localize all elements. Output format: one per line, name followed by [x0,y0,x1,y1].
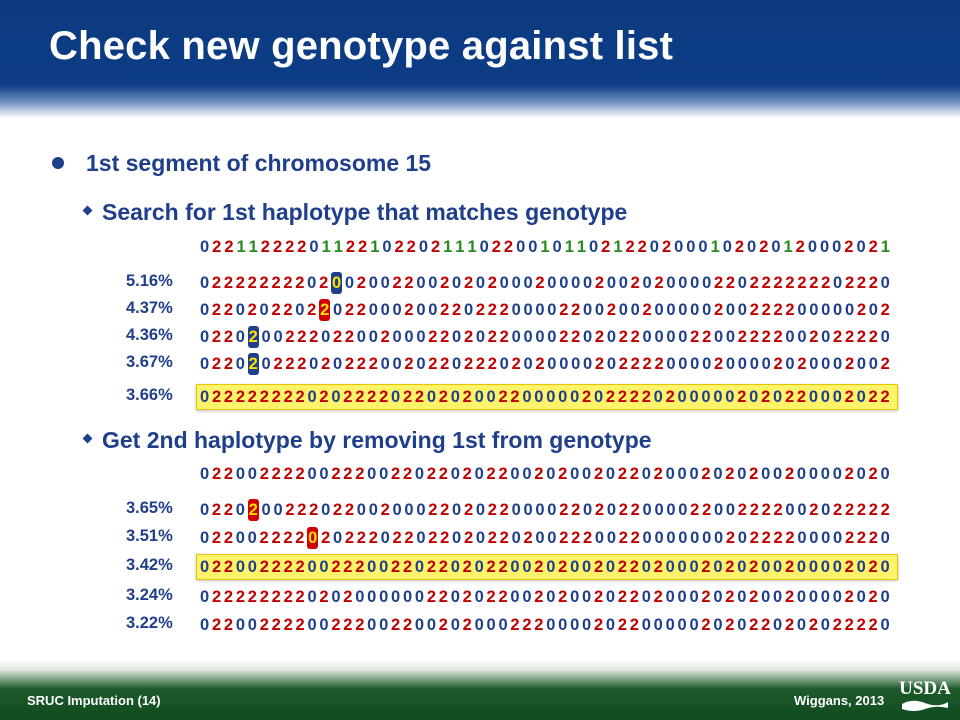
genotype2-row: 0220022220022200220220202200202002022020… [0,463,960,485]
haplotype-sequence: 0222222220202000000220202200202002022020… [200,588,890,606]
haplotype-sequence: 0220202202202200020022022200002200200200… [200,299,890,321]
footer-right-text: Wiggans, 2013 [794,693,885,708]
haplotype-frequency: 3.51% [126,527,173,545]
haplotype-row: 3.65% 0 2 2 0 2 0 0 2 2 2 0 2 2 0 0 2 0 0 0 2 2 0 2 0 2 2 0 0 0 0 2 2 0 2 0… [0,499,960,521]
haplotype-sequence: 0220022220202220220220202202002220022000… [200,527,890,549]
bullet-sub-2-text: Get 2nd haplotype by removing 1st from g… [102,427,652,453]
haplotype-row: 3.42% 0 2 2 0 0 2 2 2 2 0 0 2 2 2 0 0 2 2 0 2 2 0 2 0 2 2 0 0 2 0 2 0 0 2 0… [0,554,960,580]
haplotype-row: 3.51% 0 2 2 0 0 2 2 2 2 0 2 0 2 2 2 0 2 2 0 2 2 0 2 0 2 2 0 2 0 0 2 2 2 0 0… [0,527,960,549]
genotype-row: 0221122220112210220211102200101102122020… [0,236,960,258]
bullet-sub-1: Search for 1st haplotype that matches ge… [82,199,628,226]
haplotype-row: 3.66% 0 2 2 2 2 2 2 2 2 0 2 0 2 2 2 2 0 2 2 0 2 0 2 0 0 2 2 0 0 0 0 0 2 0 2… [0,384,960,410]
haplotype-sequence: 0222222220200200220020202000200002002020… [200,272,890,294]
footer-bar [0,660,960,720]
haplotype-sequence: 0220022220022200220220202200202002022020… [200,558,890,576]
haplotype-row: 3.67% 0 2 2 0 2 0 2 2 2 0 2 0 2 2 2 0 0 2 0 2 2 0 2 2 2 0 2 0 2 0 0 0 0 2 0… [0,353,960,375]
haplotype-frequency: 3.67% [126,353,173,371]
haplotype-row: 5.16% 0 2 2 2 2 2 2 2 2 0 2 0 0 2 0 0 2 2 0 0 2 0 2 0 2 0 0 0 2 0 0 0 0 2 0… [0,272,960,294]
haplotype-row: 3.24% 0 2 2 2 2 2 2 2 2 0 2 0 2 0 0 0 0 0 0 2 2 0 2 0 2 2 0 0 2 0 2 0 0 2 0… [0,586,960,608]
haplotype-frequency: 5.16% [126,272,173,290]
usda-logo-text: USDA [899,678,951,699]
haplotype-frequency: 3.42% [126,556,173,574]
haplotype-frequency: 3.24% [126,586,173,604]
haplotype-sequence: 0222222220202222022020200220000020222202… [200,388,890,406]
haplotype-frequency: 4.36% [126,326,173,344]
footer-left-text: SRUC Imputation (14) [27,693,161,708]
slide-title: Check new genotype against list [49,24,674,68]
haplotype-frequency: 3.22% [126,614,173,632]
diamond-bullet-icon [82,205,93,216]
haplotype-frequency: 3.65% [126,499,173,517]
haplotype-sequence: 0220202220202220020220222020200002022220… [200,353,890,375]
haplotype-frequency: 4.37% [126,299,173,317]
bullet-main-text: 1st segment of chromosome 15 [86,150,432,176]
bullet-sub-2: Get 2nd haplotype by removing 1st from g… [82,427,652,454]
bullet-sub-1-text: Search for 1st haplotype that matches ge… [102,199,628,225]
haplotype-sequence: 0220200222022002000220202200002202022000… [200,499,890,521]
haplotype-sequence: 0220200222022002000220202200002202022000… [200,326,890,348]
usda-logo-icon: USDA [898,674,952,714]
haplotype-row: 4.37% 0 2 2 0 2 0 2 2 0 2 2 0 2 2 0 0 0 2 0 0 2 2 0 2 2 2 0 0 0 0 2 2 0 0 2… [0,299,960,321]
haplotype-sequence: 0220022220022200220020200022200002022000… [200,616,890,634]
haplotype-row: 4.36% 0 2 2 0 2 0 0 2 2 2 0 2 2 0 0 2 0 0 0 2 2 0 2 0 2 2 0 0 0 0 2 2 0 2 0… [0,326,960,348]
haplotype-sequence: 0221122220112210220211102200101102122020… [200,238,890,256]
bullet-main: 1st segment of chromosome 15 [52,150,431,177]
diamond-bullet-icon [82,433,93,444]
haplotype-sequence: 0220022220022200220220202200202002022020… [200,465,890,483]
haplotype-frequency: 3.66% [126,386,173,404]
haplotype-row: 3.22% 0 2 2 0 0 2 2 2 2 0 0 2 2 2 0 0 2 2 0 0 2 0 2 0 0 0 2 2 2 0 0 0 0 2 0… [0,614,960,636]
bullet-dot-icon [52,156,64,169]
